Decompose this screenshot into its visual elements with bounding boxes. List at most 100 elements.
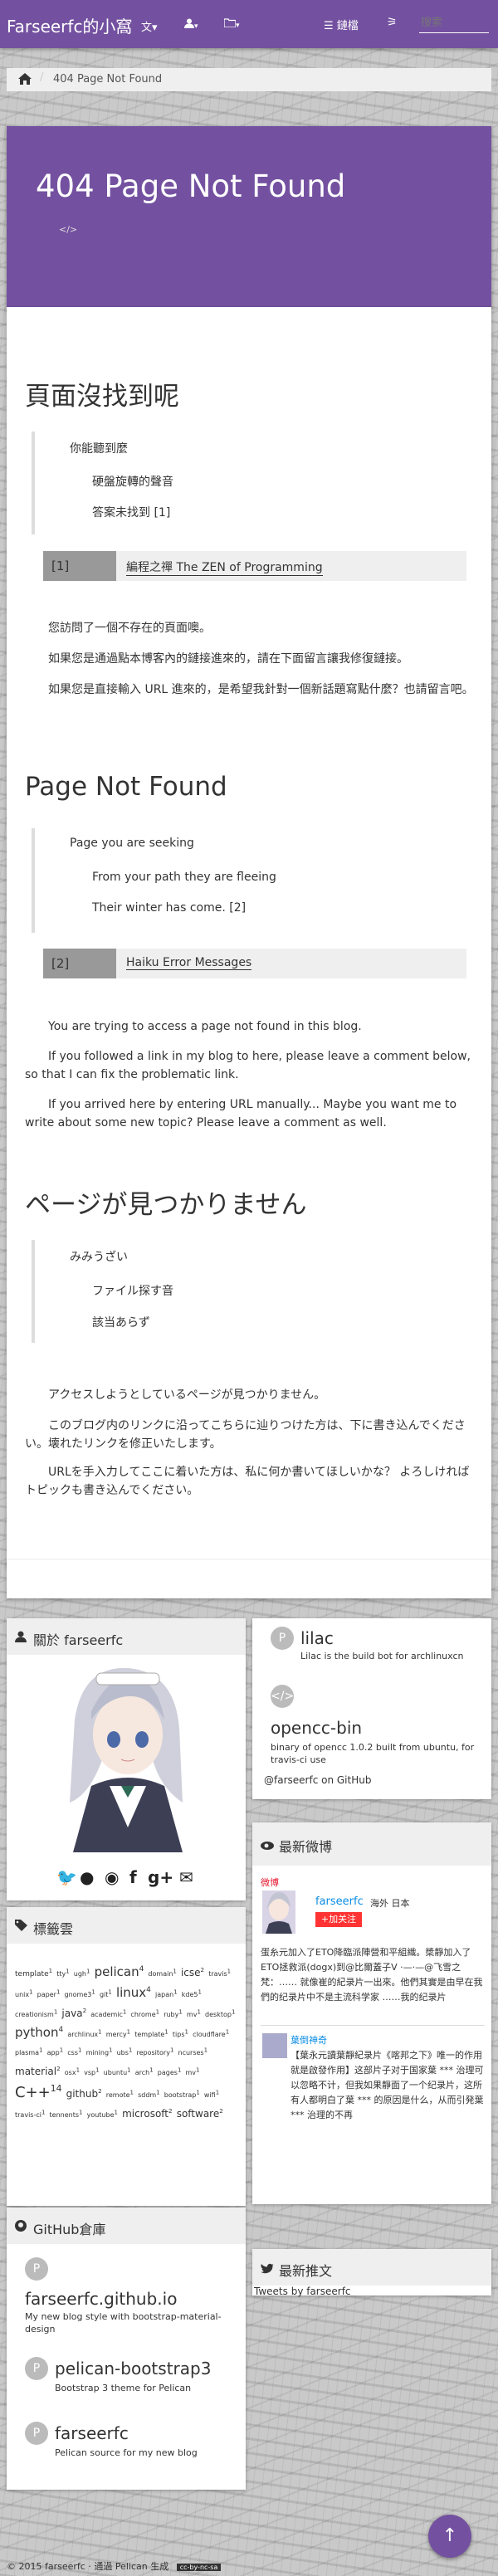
tag-item[interactable]: pelican4 (95, 1964, 144, 1979)
github-profile-link[interactable]: @farseerfc on GitHub (264, 1774, 371, 1786)
tag-item[interactable]: academic1 (90, 2008, 127, 2018)
tag-item[interactable]: repository1 (136, 2047, 173, 2056)
tag-item[interactable]: travis1 (208, 1968, 231, 1978)
tag-count: 14 (50, 2083, 62, 2094)
tag-item[interactable]: mining1 (86, 2047, 113, 2056)
tag-item[interactable]: ubuntu1 (103, 2066, 131, 2076)
footnote-link[interactable]: 編程之禪 The ZEN of Programming (126, 559, 323, 576)
tag-item[interactable]: mercy1 (106, 2028, 130, 2038)
tag-item[interactable]: japan1 (155, 1988, 178, 1998)
user-icon[interactable]: ▾ (184, 18, 198, 32)
tag-item[interactable]: microsoft2 (122, 2107, 173, 2120)
weibo-user[interactable]: 葉倒神奇 (290, 2033, 327, 2047)
tag-item[interactable]: travis-ci1 (15, 2109, 45, 2119)
repo-item[interactable]: P lilac Lilac is the build bot for archl… (271, 1618, 486, 1668)
tag-count: 1 (173, 1968, 177, 1975)
tag-item[interactable]: C++14 (15, 2083, 62, 2101)
tag-item[interactable]: pages1 (158, 2066, 182, 2076)
tag-count: 1 (122, 2008, 127, 2016)
paragraph: 您訪問了一個不存在的頁面噢。 (48, 622, 211, 635)
tag-name: youtube (86, 2111, 115, 2119)
tag-item[interactable]: template1 (15, 1968, 52, 1978)
github-icon[interactable]: ● (80, 1867, 94, 1887)
footnote-link[interactable]: Haiku Error Messages (126, 956, 252, 970)
tag-item[interactable]: remote1 (106, 2089, 134, 2099)
tag-item[interactable]: icse2 (181, 1966, 205, 1978)
tag-item[interactable]: paper1 (37, 1988, 61, 1998)
links-menu[interactable]: ☰ 鏈檔 (324, 17, 359, 32)
brand-link[interactable]: Farseerfc的小窩 (7, 13, 132, 37)
facebook-icon[interactable]: f (129, 1867, 137, 1887)
license-badge[interactable]: cc-by-nc-sa (176, 2564, 222, 2571)
tag-item[interactable]: python4 (15, 2025, 63, 2040)
weibo-icon[interactable]: ◉ (105, 1867, 119, 1887)
repo-item[interactable]: P pelican-bootstrap3 Bootstrap 3 theme f… (25, 2357, 232, 2407)
tag-count: 2 (200, 1966, 205, 1973)
repo-icon: P (271, 1627, 294, 1650)
tag-item[interactable]: linux4 (116, 1985, 151, 2000)
google-plus-icon[interactable]: g+ (148, 1867, 173, 1887)
tag-item[interactable]: plasma1 (15, 2047, 43, 2056)
translate-icon[interactable]: 文▾ (141, 18, 158, 34)
tag-item[interactable]: wifi1 (204, 2089, 219, 2099)
tag-name: template (134, 2031, 165, 2038)
tag-item[interactable]: github2 (66, 2087, 102, 2100)
repo-name[interactable]: pelican-bootstrap3 (55, 2359, 211, 2378)
tag-item[interactable]: ncurses1 (178, 2047, 208, 2056)
repo-name[interactable]: opencc-bin (271, 1718, 362, 1738)
tweets-link[interactable]: Tweets by farseerfc (254, 2286, 351, 2297)
tag-item[interactable]: git1 (100, 1988, 112, 1998)
tag-item[interactable]: chrome1 (130, 2008, 159, 2018)
weibo-follow-button[interactable]: +加关注 (315, 1912, 362, 1927)
repo-item[interactable]: </> opencc-bin binary of opencc 1.0.2 bu… (271, 1676, 486, 1765)
repo-item[interactable]: P farseerfc.github.io My new blog style … (25, 2257, 232, 2334)
tag-item[interactable]: bootstrap1 (164, 2089, 200, 2099)
tag-item[interactable]: domain1 (148, 1968, 177, 1978)
tag-item[interactable]: kde51 (182, 1988, 202, 1998)
tag-count: 1 (127, 2066, 131, 2074)
tag-item[interactable]: desktop1 (205, 2008, 235, 2018)
tag-item[interactable]: app1 (47, 2047, 64, 2056)
tag-item[interactable]: unix1 (15, 1988, 33, 1998)
panel-title: 標籤雲 (33, 1921, 74, 1937)
tag-name: archlinux (67, 2031, 99, 2038)
tag-item[interactable]: arch1 (135, 2066, 154, 2076)
tag-item[interactable]: archlinux1 (67, 2028, 101, 2038)
tag-item[interactable]: mv1 (187, 2008, 201, 2018)
tag-item[interactable]: ugh1 (74, 1968, 90, 1978)
email-icon[interactable]: ✉ (179, 1867, 193, 1887)
home-icon[interactable] (18, 73, 32, 88)
tag-count: 1 (196, 2066, 200, 2074)
tag-item[interactable]: vsp1 (84, 2066, 99, 2076)
repo-name[interactable]: farseerfc (55, 2423, 129, 2443)
search-input[interactable] (419, 13, 489, 33)
folder-icon[interactable]: ▾ (223, 18, 240, 31)
weibo-user[interactable]: farseerfc (315, 1895, 364, 1908)
tag-name: ubuntu (103, 2069, 128, 2076)
tag-item[interactable]: tty1 (56, 1968, 69, 1978)
tag-item[interactable]: mv1 (186, 2066, 200, 2076)
tag-item[interactable]: ruby1 (164, 2008, 183, 2018)
back-to-top-button[interactable]: ↑ (428, 2515, 471, 2558)
tag-item[interactable]: tennents1 (50, 2109, 83, 2119)
twitter-icon[interactable]: 🐦 (56, 1867, 77, 1887)
tag-item[interactable]: sddm1 (138, 2089, 160, 2099)
heading-en: Page Not Found (25, 772, 227, 802)
twitter-icon (261, 2261, 274, 2274)
tag-item[interactable]: tips1 (173, 2028, 188, 2038)
tag-item[interactable]: material2 (15, 2065, 61, 2077)
tag-item[interactable]: ubs1 (117, 2047, 133, 2056)
tag-item[interactable]: creationism1 (15, 2008, 57, 2018)
repo-name[interactable]: lilac (300, 1628, 334, 1648)
tag-item[interactable]: osx1 (65, 2066, 80, 2076)
tag-item[interactable]: css1 (67, 2047, 81, 2056)
tag-item[interactable]: cloudflare1 (193, 2028, 229, 2038)
tag-item[interactable]: software2 (177, 2107, 223, 2120)
repo-item[interactable]: P farseerfc Pelican source for my new bl… (25, 2422, 232, 2471)
tag-item[interactable]: youtube1 (86, 2109, 118, 2119)
tag-item[interactable]: java2 (61, 2007, 86, 2019)
tag-item[interactable]: gnome31 (65, 1988, 95, 1998)
tag-item[interactable]: template1 (134, 2028, 168, 2038)
rss-icon[interactable]: ⚞ (387, 16, 398, 29)
repo-name[interactable]: farseerfc.github.io (25, 2289, 177, 2309)
